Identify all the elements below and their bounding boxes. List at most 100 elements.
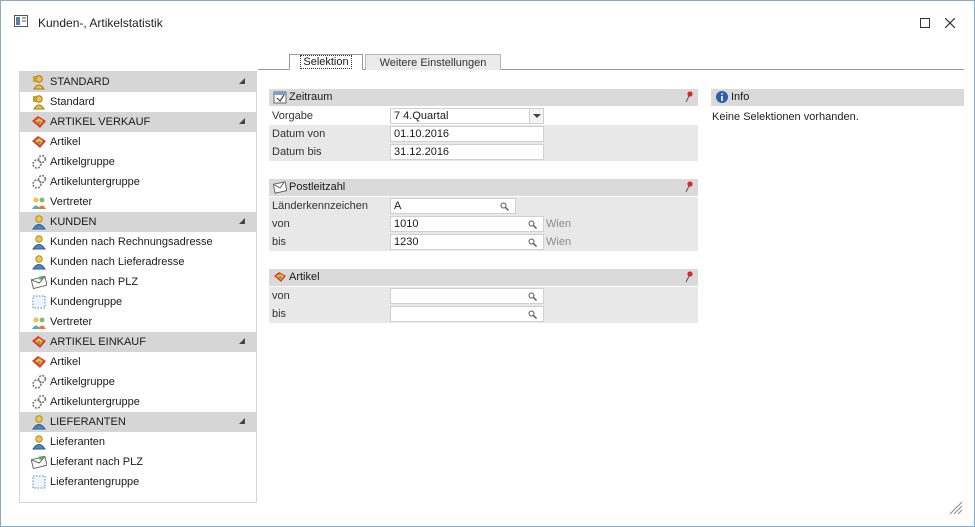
sidebar-item[interactable]: Lieferantengruppe <box>20 472 256 492</box>
tab-selektion[interactable]: Selektion <box>289 54 363 70</box>
plz-von-input[interactable]: 1010 <box>390 216 544 232</box>
artikel-bis-input[interactable] <box>390 306 544 322</box>
sidebar-item-label: ARTIKEL EINKAUF <box>50 336 146 348</box>
sidebar-item[interactable]: Lieferanten <box>20 432 256 452</box>
sidebar-section-header[interactable]: ARTIKEL VERKAUF <box>20 112 256 132</box>
resize-grip-icon[interactable] <box>947 499 963 515</box>
pin-icon[interactable] <box>684 91 694 103</box>
sidebar-item[interactable]: Kunden nach Rechnungsadresse <box>20 232 256 252</box>
datum-von-input[interactable]: 01.10.2016 <box>390 126 544 142</box>
sidebar-item-label: LIEFERANTEN <box>50 416 126 428</box>
plz-bis-input[interactable]: 1230 <box>390 234 544 250</box>
envelope-icon <box>30 274 48 290</box>
sidebar-item-label: Vertreter <box>50 196 93 208</box>
datum-bis-input[interactable]: 31.12.2016 <box>390 144 544 160</box>
person-icon <box>31 434 47 450</box>
search-icon[interactable] <box>528 310 537 319</box>
sidebar-item[interactable]: Kunden nach PLZ <box>20 272 256 292</box>
dotted-frame-icon <box>31 474 47 490</box>
pin-icon[interactable] <box>684 271 694 283</box>
group-artikel: Artikel von bis <box>269 269 698 323</box>
sidebar-item[interactable]: Artikelgruppe <box>20 372 256 392</box>
main-window: Kunden-, Artikelstatistik STANDARD Standa… <box>0 0 975 527</box>
vorgabe-select[interactable]: 7 4.Quartal <box>390 108 544 124</box>
sidebar-item[interactable]: Lieferant nach PLZ <box>20 452 256 472</box>
plz-bis-city: Wien <box>546 236 572 248</box>
dotted-frame-icon <box>31 294 47 310</box>
sidebar-item-label: Artikel <box>50 136 81 148</box>
sidebar-section-header[interactable]: ARTIKEL EINKAUF <box>20 332 256 352</box>
sidebar-item-label: Artikel <box>50 356 81 368</box>
vorgabe-value: 7 4.Quartal <box>394 110 449 122</box>
plz-von-city: Wien <box>546 218 572 230</box>
search-icon[interactable] <box>528 220 537 229</box>
tab-weitere-einstellungen[interactable]: Weitere Einstellungen <box>365 54 501 70</box>
sidebar-item-label: Kunden nach PLZ <box>50 276 139 288</box>
vorgabe-label: Vorgabe <box>272 110 313 122</box>
group-artikel-header: Artikel <box>269 269 698 286</box>
gear-cluster-icon <box>31 154 47 170</box>
close-icon <box>945 18 955 28</box>
artikel-von-input[interactable] <box>390 288 544 304</box>
collapse-triangle-icon[interactable] <box>239 118 245 124</box>
sidebar-item[interactable]: Artikel <box>20 132 256 152</box>
collapse-triangle-icon[interactable] <box>239 78 245 84</box>
group-zeitraum-title: Zeitraum <box>289 91 333 103</box>
info-message: Keine Selektionen vorhanden. <box>712 111 859 123</box>
field-row-datum-von: Datum von 01.10.2016 <box>269 125 698 143</box>
gear-cluster-icon <box>31 394 47 410</box>
tab-weitere-label: Weitere Einstellungen <box>379 56 487 69</box>
sidebar-item[interactable]: Artikeluntergruppe <box>20 172 256 192</box>
sidebar-item[interactable]: Vertreter <box>20 312 256 332</box>
chevron-down-icon[interactable] <box>529 109 543 123</box>
datum-von-label: Datum von <box>272 128 326 140</box>
pin-icon[interactable] <box>684 181 694 193</box>
person-icon <box>31 414 47 430</box>
calendar-icon <box>273 91 287 104</box>
sidebar-item[interactable]: Artikelgruppe <box>20 152 256 172</box>
envelope-icon <box>30 454 48 470</box>
sidebar-item[interactable]: Artikeluntergruppe <box>20 392 256 412</box>
maximize-icon <box>920 18 930 28</box>
datum-bis-label: Datum bis <box>272 146 322 158</box>
land-label: Länderkennzeichen <box>272 200 369 212</box>
sidebar-item-label: Lieferanten <box>50 436 106 448</box>
sidebar-item[interactable]: Vertreter <box>20 192 256 212</box>
info-icon <box>716 91 728 103</box>
artikel-bis-label: bis <box>272 308 287 320</box>
sidebar-item-label: Artikelgruppe <box>50 156 115 168</box>
sidebar-item[interactable]: Kundengruppe <box>20 292 256 312</box>
plz-von-label: von <box>272 218 290 230</box>
sidebar-item-label: Kunden nach Lieferadresse <box>50 256 185 268</box>
window-app-icon <box>14 15 28 27</box>
collapse-triangle-icon[interactable] <box>239 338 245 344</box>
plz-bis-value: 1230 <box>394 236 419 248</box>
sidebar-item-label: Artikeluntergruppe <box>50 176 140 188</box>
sidebar-item[interactable]: Standard <box>20 92 256 112</box>
sidebar-section-header[interactable]: STANDARD <box>20 72 256 92</box>
close-button[interactable] <box>940 13 960 33</box>
sidebar-item[interactable]: Kunden nach Lieferadresse <box>20 252 256 272</box>
group-people-icon <box>31 314 47 330</box>
sidebar-item[interactable]: Artikel <box>20 352 256 372</box>
search-icon[interactable] <box>500 202 509 211</box>
collapse-triangle-icon[interactable] <box>239 218 245 224</box>
search-icon[interactable] <box>528 292 537 301</box>
maximize-button[interactable] <box>915 13 935 33</box>
land-value: A <box>394 200 402 212</box>
key-person-icon <box>31 94 47 110</box>
article-icon <box>31 354 47 370</box>
search-icon[interactable] <box>528 238 537 247</box>
tab-selektion-label: Selektion <box>300 55 352 69</box>
group-postleitzahl-title: Postleitzahl <box>289 181 346 193</box>
gear-cluster-icon <box>31 374 47 390</box>
sidebar-section-header[interactable]: LIEFERANTEN <box>20 412 256 432</box>
artikel-von-label: von <box>272 290 290 302</box>
group-artikel-title: Artikel <box>289 271 320 283</box>
group-postleitzahl-header: Postleitzahl <box>269 179 698 196</box>
envelope-icon <box>273 181 287 194</box>
sidebar-section-header[interactable]: KUNDEN <box>20 212 256 232</box>
land-input[interactable]: A <box>390 198 516 214</box>
field-row-vorgabe: Vorgabe 7 4.Quartal <box>269 107 698 125</box>
collapse-triangle-icon[interactable] <box>239 418 245 424</box>
